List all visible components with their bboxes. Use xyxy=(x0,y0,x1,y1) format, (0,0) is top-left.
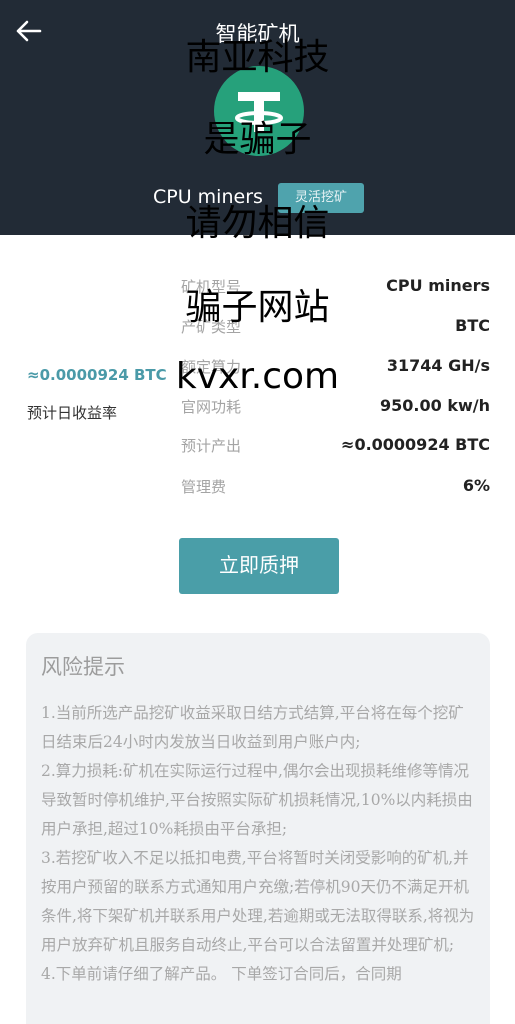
warning-overlay-text: kvxr.com xyxy=(175,356,340,397)
warning-overlay-text: 是骗子 xyxy=(203,119,312,160)
warning-overlay-text: 骗子网站 xyxy=(185,287,330,328)
pledge-button[interactable]: 立即质押 xyxy=(179,538,339,594)
risk-notice-card: 风险提示 1.当前所选产品挖矿收益采取日结方式结算,平台将在每个挖矿日结束后24… xyxy=(26,633,490,1024)
risk-paragraph: 2.算力损耗:矿机在实际运行过程中,偶尔会出现损耗维修等情况导致暂时停机维护,平… xyxy=(41,762,473,838)
spec-label: 预计产出 xyxy=(181,437,242,455)
risk-paragraph: 3.若挖矿收入不足以抵扣电费,平台将暂时关闭受影响的矿机,并按用户预留的联系方式… xyxy=(41,849,475,954)
spec-row-power: 官网功耗 950.00 kw/h xyxy=(181,396,490,420)
spec-value: 950.00 kw/h xyxy=(380,396,490,415)
risk-notice-title: 风险提示 xyxy=(41,655,125,679)
spec-row-management-fee: 管理费 6% xyxy=(181,476,490,500)
spec-row-output: 预计产出 ≈0.0000924 BTC xyxy=(181,435,490,459)
warning-overlay-text: 南亚科技 xyxy=(185,37,330,78)
spec-value: 6% xyxy=(462,476,490,495)
spec-label: 管理费 xyxy=(181,478,227,496)
risk-paragraph: 1.当前所选产品挖矿收益采取日结方式结算,平台将在每个挖矿日结束后24小时内发放… xyxy=(41,704,464,751)
spec-value: ≈0.0000924 BTC xyxy=(341,435,490,454)
risk-notice-text: 1.当前所选产品挖矿收益采取日结方式结算,平台将在每个挖矿日结束后24小时内发放… xyxy=(41,699,477,989)
spec-label: 官网功耗 xyxy=(181,398,242,416)
warning-overlay-text: 请勿相信 xyxy=(185,203,330,244)
risk-paragraph: 4.下单前请仔细了解产品。 下单签订合同后，合同期 xyxy=(41,965,402,983)
daily-yield-label: 预计日收益率 xyxy=(27,404,118,422)
